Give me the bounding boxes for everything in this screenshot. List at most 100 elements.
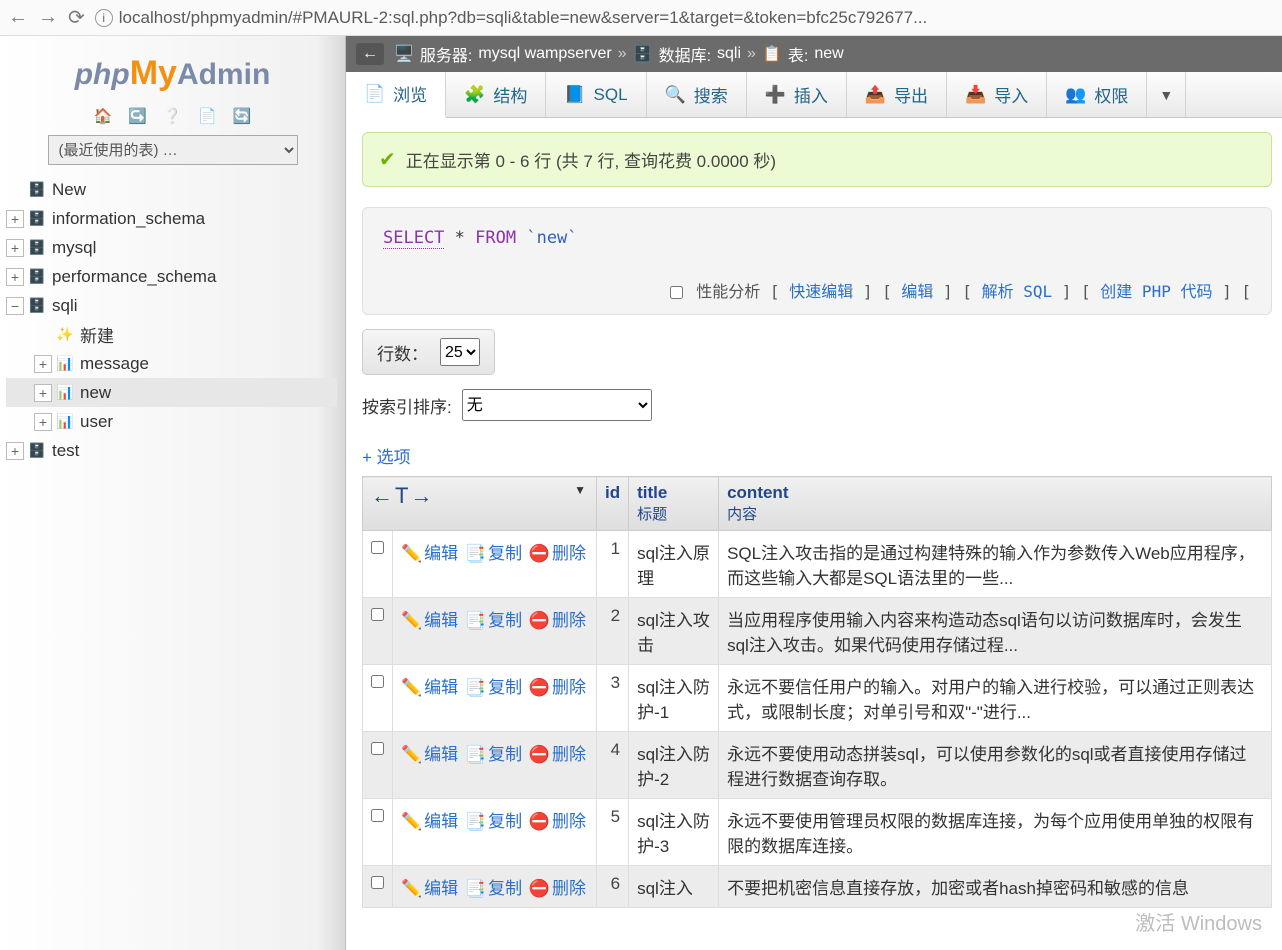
inline-edit-link[interactable]: 快速编辑	[789, 282, 853, 301]
cell-content: 当应用程序使用输入内容来构造动态sql语句以访问数据库时，会发生sql注入攻击。…	[719, 598, 1272, 665]
copy-button[interactable]: 复制	[488, 611, 522, 630]
sql-action-links: 性能分析 [ 快速编辑 ] [ 编辑 ] [ 解析 SQL ] [ 创建 PHP…	[383, 278, 1251, 302]
delete-button[interactable]: 删除	[552, 745, 586, 764]
tab-more[interactable]: ▼	[1147, 72, 1186, 117]
tree-item[interactable]: +🗄️performance_schema	[6, 262, 337, 291]
row-checkbox[interactable]	[371, 608, 384, 621]
copy-button[interactable]: 复制	[488, 879, 522, 898]
main-tabs: 📄浏览🧩结构📘SQL🔍搜索➕插入📤导出📥导入👥权限▼	[346, 72, 1282, 118]
sort-index-select[interactable]: 无	[462, 389, 652, 421]
bc-database[interactable]: sqli	[717, 45, 741, 63]
edit-button[interactable]: 编辑	[424, 812, 458, 831]
chevron-down-icon[interactable]: ▼	[574, 483, 586, 497]
tree-item[interactable]: +🗄️test	[6, 436, 337, 465]
row-checkbox[interactable]	[371, 675, 384, 688]
tab-icon: ➕	[765, 85, 786, 105]
edit-icon: ✏️	[401, 879, 422, 898]
sql-window-icon[interactable]: 📄	[198, 108, 217, 125]
new-icon: ✨	[56, 326, 76, 343]
tbl-icon: 📊	[56, 355, 76, 372]
copy-icon: 📑	[465, 812, 486, 831]
edit-button[interactable]: 编辑	[424, 611, 458, 630]
delete-button[interactable]: 删除	[552, 879, 586, 898]
results-table: ←T→ ▼ id title标题 content内容 ✏️编辑 📑复制 ⛔删除 …	[362, 476, 1272, 908]
logout-icon[interactable]: ↪️	[128, 108, 147, 125]
table-row: ✏️编辑 📑复制 ⛔删除 1 sql注入原理 SQL注入攻击指的是通过构建特殊的…	[363, 531, 1272, 598]
bc-table[interactable]: new	[814, 45, 843, 63]
forward-icon[interactable]: →	[38, 6, 58, 29]
rows-count-box: 行数： 25	[362, 329, 495, 375]
refresh-icon[interactable]: 🔄	[233, 108, 252, 125]
browser-nav-bar: ← → ⟳ i localhost/phpmyadmin/#PMAURL-2:s…	[0, 0, 1282, 36]
delete-button[interactable]: 删除	[552, 611, 586, 630]
profile-checkbox[interactable]	[670, 286, 683, 299]
expand-icon[interactable]: +	[6, 210, 24, 228]
tbl-icon: 📊	[56, 384, 76, 401]
tab-导入[interactable]: 📥导入	[947, 72, 1047, 117]
expand-icon[interactable]: +	[6, 239, 24, 257]
row-checkbox[interactable]	[371, 809, 384, 822]
site-info-icon[interactable]: i	[95, 9, 113, 27]
expand-icon[interactable]: +	[6, 442, 24, 460]
expand-icon[interactable]: +	[34, 413, 52, 431]
back-icon[interactable]: ←	[8, 6, 28, 29]
th-title[interactable]: title标题	[629, 477, 719, 531]
cell-content: 永远不要使用管理员权限的数据库连接，为每个应用使用单独的权限有限的数据库连接。	[719, 799, 1272, 866]
collapse-nav-icon[interactable]: ←	[356, 43, 384, 65]
table-icon: 📋	[762, 44, 782, 64]
expand-icon[interactable]: +	[34, 384, 52, 402]
th-content[interactable]: content内容	[719, 477, 1272, 531]
tree-item[interactable]: −🗄️sqli	[6, 291, 337, 320]
tree-item[interactable]: +📊new	[6, 378, 337, 407]
options-toggle[interactable]: + 选项	[362, 443, 1272, 468]
edit-link[interactable]: 编辑	[901, 282, 933, 301]
copy-button[interactable]: 复制	[488, 544, 522, 563]
edit-button[interactable]: 编辑	[424, 678, 458, 697]
explain-sql-link[interactable]: 解析 SQL	[982, 282, 1053, 301]
tree-item[interactable]: ✨新建	[6, 320, 337, 349]
db-icon: 🗄️	[28, 181, 48, 198]
tab-权限[interactable]: 👥权限	[1047, 72, 1147, 117]
cell-id: 3	[596, 665, 628, 732]
create-php-link[interactable]: 创建 PHP 代码	[1100, 282, 1212, 301]
tree-item[interactable]: 🗄️New	[6, 175, 337, 204]
reload-icon[interactable]: ⟳	[68, 5, 85, 30]
tab-搜索[interactable]: 🔍搜索	[647, 72, 747, 117]
copy-button[interactable]: 复制	[488, 745, 522, 764]
home-icon[interactable]: 🏠	[93, 108, 112, 125]
delete-button[interactable]: 删除	[552, 678, 586, 697]
expand-icon[interactable]: +	[34, 355, 52, 373]
row-checkbox[interactable]	[371, 742, 384, 755]
delete-icon: ⛔	[529, 611, 550, 630]
edit-button[interactable]: 编辑	[424, 879, 458, 898]
tree-item[interactable]: +🗄️mysql	[6, 233, 337, 262]
delete-button[interactable]: 删除	[552, 812, 586, 831]
copy-icon: 📑	[465, 678, 486, 697]
tab-SQL[interactable]: 📘SQL	[546, 72, 646, 117]
edit-button[interactable]: 编辑	[424, 544, 458, 563]
copy-button[interactable]: 复制	[488, 812, 522, 831]
tree-item[interactable]: +📊user	[6, 407, 337, 436]
tab-结构[interactable]: 🧩结构	[446, 72, 546, 117]
server-icon: 🖥️	[394, 44, 414, 64]
tab-浏览[interactable]: 📄浏览	[346, 72, 446, 118]
tab-插入[interactable]: ➕插入	[747, 72, 847, 117]
expand-icon[interactable]: −	[6, 297, 24, 315]
docs-icon[interactable]: ❔	[163, 108, 182, 125]
url-bar[interactable]: i localhost/phpmyadmin/#PMAURL-2:sql.php…	[95, 8, 1274, 28]
tree-item[interactable]: +🗄️information_schema	[6, 204, 337, 233]
row-checkbox[interactable]	[371, 876, 384, 889]
db-icon: 🗄️	[28, 297, 48, 314]
row-checkbox[interactable]	[371, 541, 384, 554]
edit-button[interactable]: 编辑	[424, 745, 458, 764]
rows-select[interactable]: 25	[440, 338, 480, 366]
cell-content: SQL注入攻击指的是通过构建特殊的输入作为参数传入Web应用程序，而这些输入大都…	[719, 531, 1272, 598]
recent-tables-select[interactable]: (最近使用的表) …	[48, 135, 298, 165]
copy-button[interactable]: 复制	[488, 678, 522, 697]
th-id[interactable]: id	[596, 477, 628, 531]
tab-导出[interactable]: 📤导出	[847, 72, 947, 117]
delete-button[interactable]: 删除	[552, 544, 586, 563]
bc-server[interactable]: mysql wampserver	[478, 45, 611, 63]
expand-icon[interactable]: +	[6, 268, 24, 286]
tree-item[interactable]: +📊message	[6, 349, 337, 378]
